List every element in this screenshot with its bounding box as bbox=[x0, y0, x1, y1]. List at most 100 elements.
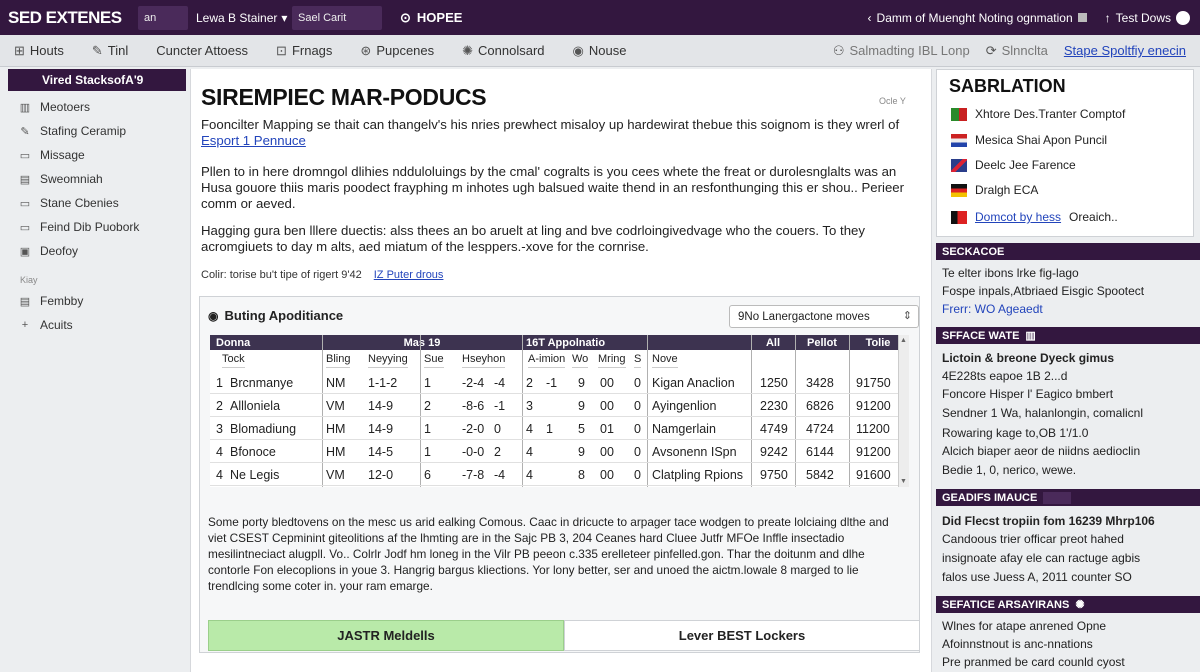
app-logo[interactable]: SED EXTENES bbox=[8, 8, 126, 28]
table-cell: 4 bbox=[216, 467, 223, 482]
table-cell: Namgerlain bbox=[652, 421, 716, 436]
avatar[interactable] bbox=[1176, 10, 1190, 25]
group-header: All bbox=[751, 335, 795, 350]
table-cell: 9 bbox=[578, 375, 585, 390]
list-item[interactable]: Xhtore Des.Tranter Comptof bbox=[951, 107, 1125, 121]
page-tag: Ocle Y bbox=[879, 96, 906, 106]
nav-item-frnags[interactable]: ⊡ Frnags bbox=[262, 43, 346, 59]
nav-item-connolsard[interactable]: ✺ Connolsard bbox=[448, 43, 558, 59]
table-cell: VM bbox=[326, 467, 345, 482]
list-item[interactable]: Domcot by hess Oreaich.. bbox=[951, 210, 1118, 224]
right-panel: SABRLATION Xhtore Des.Tranter Comptof Me… bbox=[936, 69, 1200, 672]
search-input[interactable]: Sael Carit bbox=[292, 5, 382, 30]
body-paragraph-1: Pllen to in here dromngol dlihies nddulo… bbox=[201, 164, 905, 211]
column-divider bbox=[522, 335, 523, 487]
table-cell: 0 bbox=[634, 421, 641, 436]
nav-item-houts[interactable]: ⊞ Houts bbox=[0, 43, 78, 59]
workspace-selector[interactable]: an bbox=[138, 5, 188, 30]
sidebar-item-feind[interactable]: ▭ Feind Dib Puobork bbox=[8, 215, 186, 239]
user-select[interactable]: Lewa B Stainer ▾ bbox=[196, 11, 288, 25]
group-header bbox=[647, 335, 751, 350]
section-link[interactable]: Frerr: WO Ageaedt bbox=[942, 302, 1043, 316]
table-cell: -0-0 bbox=[462, 444, 485, 459]
column-header[interactable]: Mring bbox=[598, 350, 626, 368]
table-cell: 00 bbox=[600, 375, 614, 390]
table-cell: 1-1-2 bbox=[368, 375, 398, 390]
column-header[interactable]: Wo bbox=[572, 350, 589, 368]
document-icon: ▭ bbox=[19, 221, 31, 234]
table-cell: 6 bbox=[424, 467, 431, 482]
table-icon: ▥ bbox=[19, 101, 31, 114]
table-cell: 9 bbox=[578, 444, 585, 459]
table-cell: 4 bbox=[526, 421, 533, 436]
nav-link-spotify[interactable]: Stape Spoltfiy enecin bbox=[1056, 43, 1200, 58]
table-cell: -8-6 bbox=[462, 398, 485, 413]
list-item[interactable]: Dralgh ECA bbox=[951, 183, 1038, 197]
column-header[interactable]: Tock bbox=[222, 350, 245, 368]
refresh-icon: ⟳ bbox=[985, 42, 997, 58]
group-header: Donna bbox=[210, 335, 322, 350]
nav-item-slnnclta[interactable]: ⟳ Slnnclta bbox=[978, 43, 1056, 59]
panel-dropdown[interactable]: 9No Lanergactone moves ⇕ bbox=[729, 305, 919, 328]
user-icon: ⚇ bbox=[832, 42, 845, 58]
sidebar-item-label: Stafing Ceramip bbox=[40, 124, 127, 138]
test-down-button[interactable]: ↑ Test Dows bbox=[1105, 10, 1190, 25]
table-cell: 1 bbox=[424, 444, 431, 459]
table-cell: 1 bbox=[546, 421, 553, 436]
nav-label: Houts bbox=[29, 43, 64, 58]
table-cell: 0 bbox=[494, 421, 501, 436]
flag-icon bbox=[951, 183, 967, 197]
table-cell: Kigan Anaclion bbox=[652, 375, 735, 390]
data-panel: ◉ Buting Apoditiance 9No Lanergactone mo… bbox=[199, 296, 920, 653]
column-header[interactable]: Neyying bbox=[368, 350, 408, 368]
column-header[interactable]: A-imion bbox=[528, 350, 566, 368]
chevron-left-icon: ‹ bbox=[867, 10, 872, 25]
main-content: SIREMPIEC MAR-PODUCS Ocle Y Fooncilter M… bbox=[190, 69, 932, 672]
table-cell: 91200 bbox=[856, 398, 891, 413]
home-button[interactable]: ⊙ HOPEE bbox=[400, 10, 462, 26]
list-item[interactable]: Deelc Jee Farence bbox=[951, 158, 1076, 172]
meta-link[interactable]: IZ Puter drous bbox=[374, 269, 444, 281]
intro-link[interactable]: Esport 1 Pennuce bbox=[201, 133, 306, 148]
sidebar-item-acuits[interactable]: + Acuits bbox=[8, 313, 186, 337]
table-cell: 6826 bbox=[806, 398, 834, 413]
section-line: insignoate afay ele can ractuge agbis bbox=[942, 551, 1141, 565]
sidebar-item-stafing[interactable]: ✎ Stafing Ceramip bbox=[8, 119, 186, 143]
notification-label: Damm of Muenght Noting ognmation bbox=[876, 10, 1073, 25]
section-line: Frerr: WO Ageaedt bbox=[942, 302, 1043, 316]
secondary-button[interactable]: Lever BEST Lockers bbox=[564, 620, 920, 651]
nav-label: Slnnclta bbox=[1001, 43, 1048, 58]
column-header[interactable]: S bbox=[634, 350, 642, 368]
column-header[interactable]: Bling bbox=[326, 350, 351, 368]
table-cell: Ayingenlion bbox=[652, 398, 717, 413]
sidebar-item-fembby[interactable]: ▤ Fembby bbox=[8, 289, 186, 313]
nav-item-nouse[interactable]: ◉ Nouse bbox=[559, 43, 641, 59]
nav-item-tinl[interactable]: ✎ Tinl bbox=[78, 43, 142, 59]
nav-item-cuncter-attoess[interactable]: Cuncter Attoess bbox=[142, 43, 262, 58]
nav-item-salmadting[interactable]: ⚇ Salmadting IBL Lonp bbox=[825, 43, 978, 59]
column-header[interactable]: Hseyhon bbox=[462, 350, 506, 368]
user-select-label: Lewa B Stainer bbox=[196, 10, 278, 25]
notification-item[interactable]: ‹ Damm of Muenght Noting ognmation bbox=[868, 11, 1087, 25]
sidebar-item-sweomniah[interactable]: ▤ Sweomniah bbox=[8, 167, 186, 191]
nav-item-pupcenes[interactable]: ⊛ Pupcenes bbox=[346, 43, 448, 59]
sidebar-item-label: Acuits bbox=[40, 318, 73, 332]
primary-button[interactable]: JASTR Meldells bbox=[208, 620, 564, 651]
column-header[interactable]: Sue bbox=[424, 350, 444, 368]
table-cell: Avsonenn ISpn bbox=[652, 444, 737, 459]
gear-icon: ✺ bbox=[462, 42, 474, 58]
nav-label: Frnags bbox=[291, 43, 333, 58]
list-item[interactable]: Mesica Shai Apon Puncil bbox=[951, 133, 1107, 147]
sidebar-item-missage[interactable]: ▭ Missage bbox=[8, 143, 186, 167]
sidebar-item-meotoers[interactable]: ▥ Meotoers bbox=[8, 95, 186, 119]
table-cell: Allloniela bbox=[230, 398, 281, 413]
list-item-link[interactable]: Domcot by hess bbox=[975, 210, 1061, 224]
sidebar-item-deofoy[interactable]: ▣ Deofoy bbox=[8, 239, 186, 263]
table-cell: Blomadiung bbox=[230, 421, 297, 436]
sidebar-item-stane[interactable]: ▭ Stane Cbenies bbox=[8, 191, 186, 215]
column-header[interactable]: Nove bbox=[652, 350, 678, 368]
table-cell: -2-4 bbox=[462, 375, 485, 390]
table-scrollbar[interactable]: ▲ ▼ bbox=[898, 335, 909, 487]
list-item-extra: Oreaich.. bbox=[1069, 210, 1118, 224]
table-cell: 12-0 bbox=[368, 467, 394, 482]
